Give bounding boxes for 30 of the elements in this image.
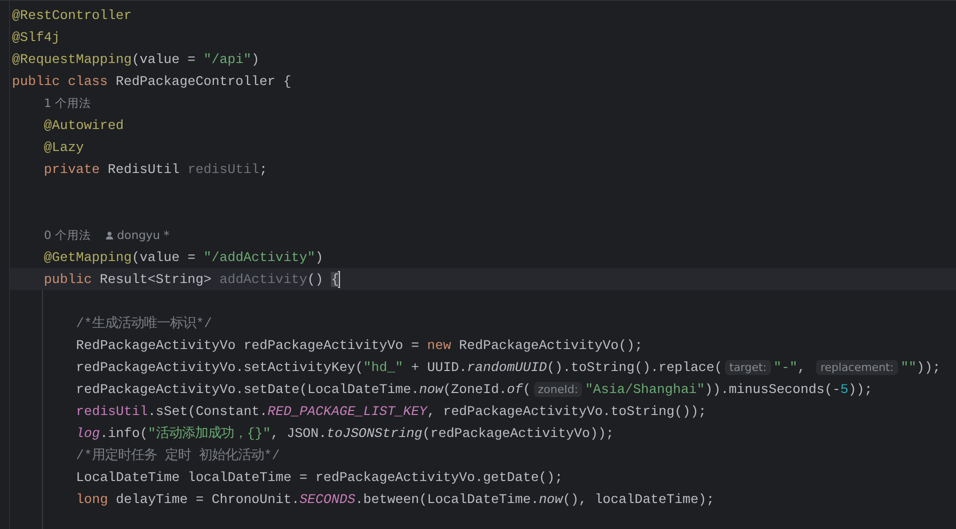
- code-text: @RestController: [12, 8, 132, 22]
- code-text: public class RedPackageController {: [12, 74, 292, 88]
- parameter-hint: target:: [725, 360, 771, 374]
- code-text: redPackageActivityVo.setDate(LocalDateTime.now(ZoneId.of(: [76, 382, 531, 396]
- author-hint[interactable]: dongyu *: [116, 228, 170, 242]
- code-text: redisUtil.sSet(Constant.RED_PACKAGE_LIST_KEY, redPackageActivityVo.toString());: [76, 404, 706, 418]
- code-text: RedPackageActivityVo redPackageActivityVo = new RedPackageActivityVo();: [76, 338, 643, 352]
- code-text: public Result<String> addActivity(): [42, 272, 324, 286]
- code-text: @RequestMapping(value = "/api"): [12, 52, 260, 66]
- code-text: ""));: [900, 360, 940, 374]
- code-comment: /*用定时任务 定时 初始化活动*/: [76, 446, 280, 464]
- text-cursor: [338, 270, 340, 288]
- code-text: "Asia/Shanghai")).minusSeconds(-5));: [585, 382, 872, 396]
- code-text: @Slf4j: [12, 30, 60, 44]
- code-text: long delayTime = ChronoUnit.SECONDS.between(LocalDateTime.now(), localDateTime);: [76, 492, 714, 506]
- parameter-hint: zoneId:: [534, 382, 582, 396]
- usages-hint[interactable]: 1 个用法: [44, 96, 91, 110]
- parameter-hint: replacement:: [816, 360, 898, 374]
- code-text: redPackageActivityVo.setActivityKey("hd_" + UUID.randomUUID().toString().replace(: [76, 360, 722, 374]
- code-text: private RedisUtil redisUtil;: [42, 162, 268, 176]
- code-text: LocalDateTime localDateTime = redPackageActivityVo.getDate();: [76, 470, 563, 484]
- code-text: @Autowired: [42, 118, 124, 132]
- code-comment: /*生成活动唯一标识*/: [76, 314, 212, 332]
- usages-hint[interactable]: 0 个用法: [44, 228, 91, 242]
- person-icon: [104, 230, 114, 240]
- matched-brace: {: [331, 272, 340, 286]
- code-text: log.info("活动添加成功，{}", JSON.toJSONString(redPackageActivityVo));: [76, 424, 614, 442]
- code-text: @Lazy: [42, 140, 84, 154]
- code-text: "-",: [774, 360, 806, 374]
- code-text: @GetMapping(value = "/addActivity"): [42, 250, 324, 264]
